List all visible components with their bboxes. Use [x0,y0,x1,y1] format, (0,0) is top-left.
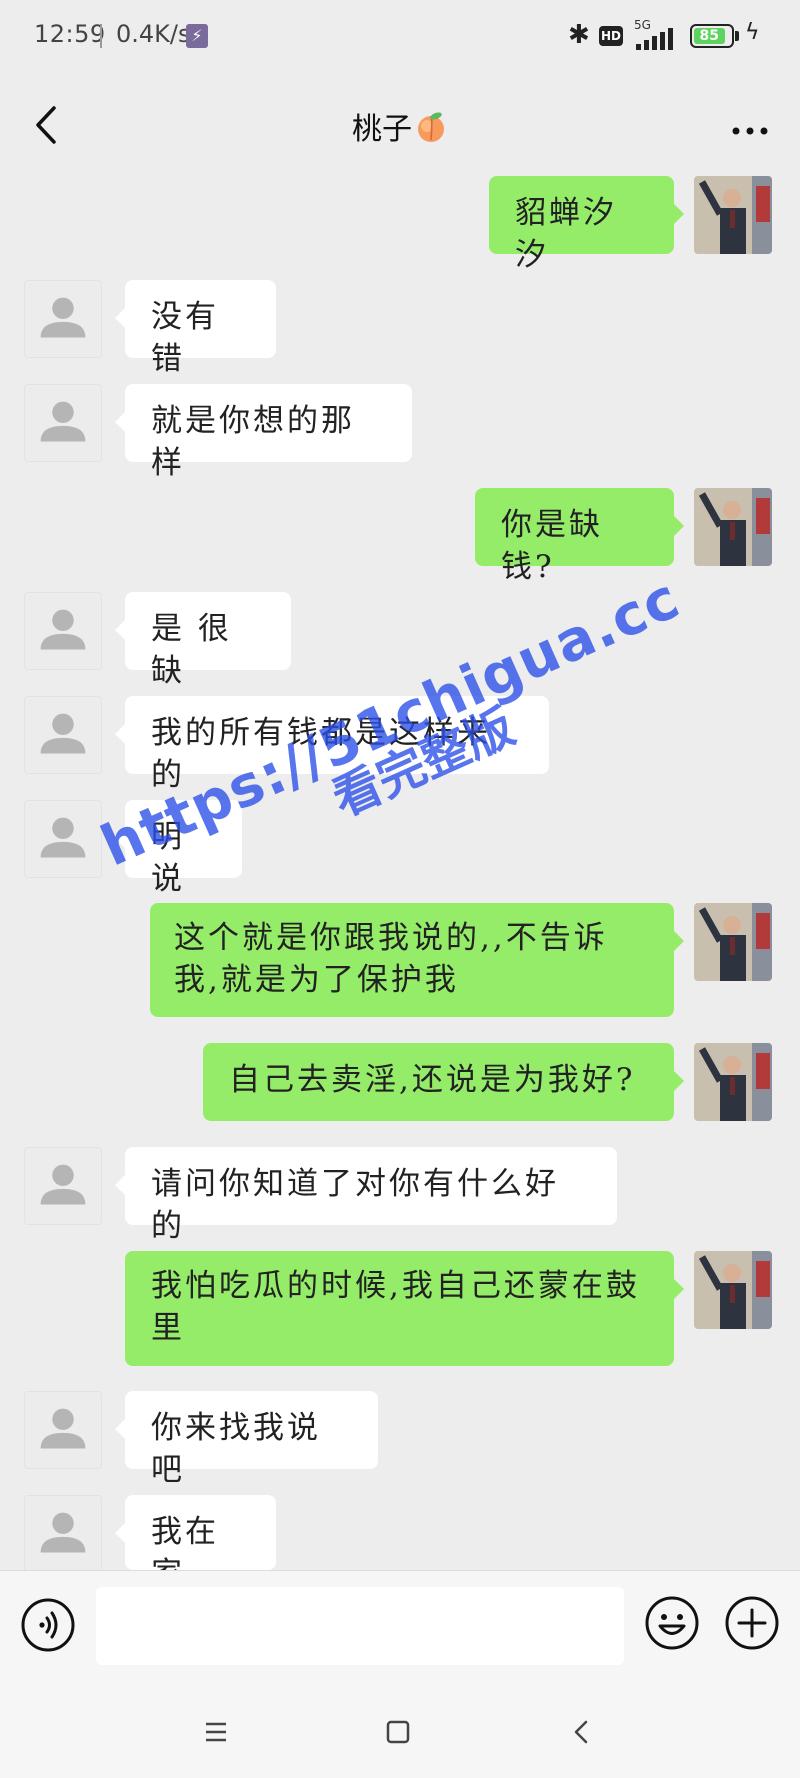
chat-header: 桃子 [0,78,800,174]
chat-title: 桃子 [0,104,800,148]
message-bubble[interactable]: 没有错 [115,280,276,377]
voice-button[interactable] [20,1597,76,1653]
contact-avatar[interactable] [24,800,102,878]
contact-avatar[interactable] [24,1147,102,1225]
message-bubble[interactable]: 我怕吃瓜的时候,我自己还蒙在鼓里 [125,1251,684,1366]
contact-avatar[interactable] [24,280,102,358]
plus-button[interactable] [724,1595,780,1651]
default-user-icon [40,401,86,442]
default-user-icon [40,817,86,858]
default-user-icon [40,1408,86,1449]
input-bar [0,1570,800,1687]
battery-level: 85 [694,28,725,44]
my-avatar[interactable] [694,1251,772,1329]
message-bubble[interactable]: 貂蝉汐汐 [489,176,684,273]
message-bubble[interactable]: 你来找我说吧 [115,1391,378,1488]
battery-icon: 85 [690,24,734,48]
status-separator [100,24,102,48]
system-navigation-bar [0,1686,800,1778]
more-button[interactable] [720,98,780,154]
my-avatar[interactable] [694,1043,772,1121]
default-user-icon [40,297,86,338]
contact-avatar[interactable] [24,696,102,774]
plus-icon [725,1596,779,1650]
status-time: 12:59 [34,20,106,48]
default-user-icon [40,609,86,650]
contact-avatar[interactable] [24,384,102,462]
home-square-icon [386,1720,410,1744]
emoji-icon [645,1596,699,1650]
message-bubble[interactable]: 你是缺钱? [475,488,684,585]
message-bubble[interactable]: 请问你知道了对你有什么好的 [115,1147,617,1244]
voice-icon [21,1598,75,1652]
message-bubble[interactable]: 这个就是你跟我说的,,不告诉我,就是为了保护我 [150,903,684,1017]
avatar-photo-image [694,488,772,566]
hd-badge: HD [599,26,623,46]
my-avatar[interactable] [694,176,772,254]
system-back-icon [574,1720,588,1744]
status-bar: 12:59 0.4K/s ⚡ ✱ HD 5G 85 ϟ [0,0,800,78]
flash-app-icon: ⚡ [186,24,208,48]
more-dots-icon [732,127,768,135]
message-bubble[interactable]: 我在家 [115,1495,276,1592]
contact-avatar[interactable] [24,1391,102,1469]
peach-icon [418,112,444,142]
default-user-icon [40,1164,86,1205]
avatar-photo-image [694,1043,772,1121]
bluetooth-icon: ✱ [568,20,590,50]
message-bubble[interactable]: 明说 [115,800,242,897]
message-bubble[interactable]: 就是你想的那样 [115,384,412,481]
avatar-photo-image [694,1251,772,1329]
menu-button[interactable] [198,1714,234,1750]
menu-icon [206,1722,226,1742]
my-avatar[interactable] [694,903,772,981]
default-user-icon [40,713,86,754]
message-bubble[interactable]: 是 很缺 [115,592,291,689]
system-back-button[interactable] [564,1714,600,1750]
message-bubble[interactable]: 自己去卖淫,还说是为我好? [203,1043,684,1121]
avatar-photo-image [694,176,772,254]
battery-tip [735,31,739,41]
charging-icon: ϟ [745,20,760,45]
emoji-button[interactable] [644,1595,700,1651]
contact-avatar[interactable] [24,1495,102,1573]
my-avatar[interactable] [694,488,772,566]
message-bubble[interactable]: 我的所有钱都是这样来的 [115,696,549,793]
signal-strength-icon [636,28,682,50]
status-network-speed: 0.4K/s [116,20,191,48]
contact-name: 桃子 [352,112,412,147]
contact-avatar[interactable] [24,592,102,670]
default-user-icon [40,1512,86,1553]
avatar-photo-image [694,903,772,981]
home-button[interactable] [380,1714,416,1750]
message-input[interactable] [96,1587,624,1665]
